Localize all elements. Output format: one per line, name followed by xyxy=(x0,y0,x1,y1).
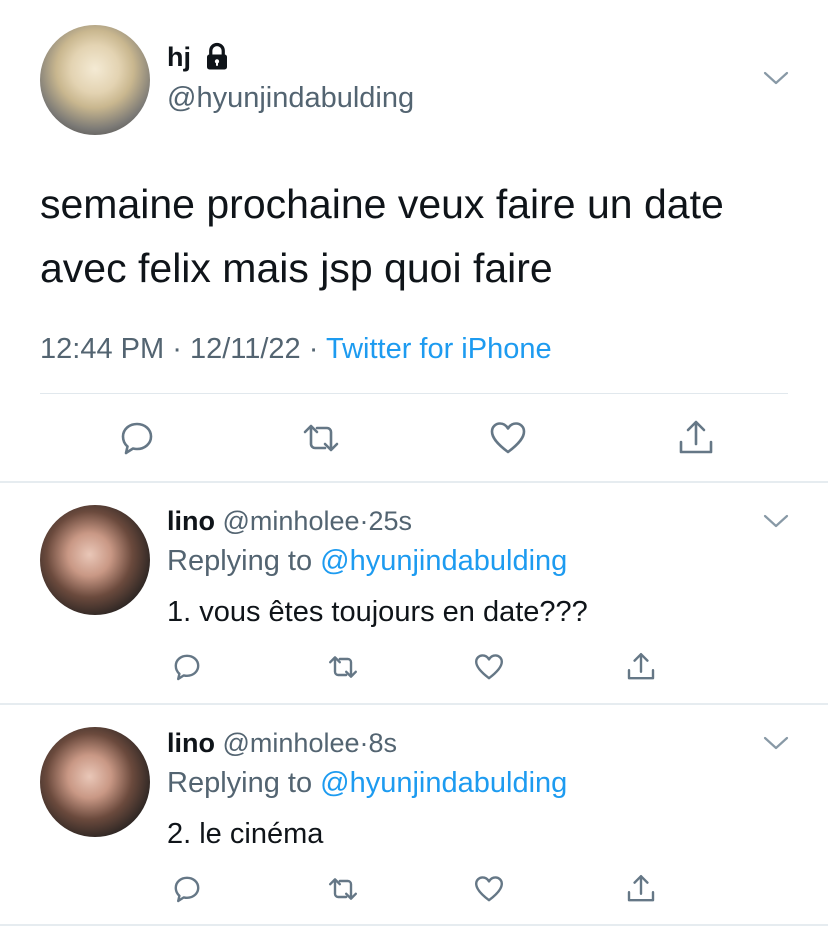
lock-icon xyxy=(207,42,227,70)
tweet-text: semaine prochaine veux faire un date ave… xyxy=(40,172,800,300)
reply-button[interactable] xyxy=(117,418,157,458)
retweet-icon xyxy=(303,424,339,452)
reply-header: lino @minholee·25s xyxy=(167,506,412,537)
chevron-down-icon[interactable] xyxy=(763,513,789,529)
tweet-time: 12:44 PM xyxy=(40,333,165,365)
divider xyxy=(0,481,828,483)
replying-prefix: Replying to xyxy=(167,767,313,799)
heart-icon xyxy=(475,654,503,680)
reply-icon xyxy=(174,654,200,681)
retweet-icon xyxy=(329,656,357,678)
share-icon xyxy=(627,875,655,902)
reply-header: lino @minholee·8s xyxy=(167,728,397,759)
handle[interactable]: @hyunjindabulding xyxy=(167,82,414,115)
share-icon xyxy=(627,653,655,680)
tweet-age: 25s xyxy=(368,506,413,536)
reply-button[interactable] xyxy=(171,651,203,683)
display-name[interactable]: lino xyxy=(167,728,215,758)
mention-link[interactable]: @hyunjindabulding xyxy=(320,545,567,577)
replying-to: Replying to @hyunjindabulding xyxy=(167,767,567,800)
tweet-text-line: avec felix mais jsp quoi faire xyxy=(40,245,553,291)
display-name[interactable]: lino xyxy=(167,506,215,536)
like-button[interactable] xyxy=(488,418,528,458)
divider xyxy=(0,703,828,705)
tweet-date: 12/11/22 xyxy=(189,333,301,365)
retweet-icon xyxy=(329,878,357,900)
reply-text: 2. le cinéma xyxy=(167,818,324,850)
avatar[interactable] xyxy=(40,25,150,135)
replying-to: Replying to @hyunjindabulding xyxy=(167,545,567,578)
chevron-down-icon[interactable] xyxy=(763,70,789,86)
avatar[interactable] xyxy=(40,727,150,837)
meta-separator: · xyxy=(359,506,369,536)
mention-link[interactable]: @hyunjindabulding xyxy=(320,767,567,799)
like-button[interactable] xyxy=(473,651,505,683)
heart-icon xyxy=(490,422,526,454)
divider xyxy=(40,393,788,394)
tweet-meta: 12:44 PM · 12/11/22 · Twitter for iPhone xyxy=(40,333,552,366)
retweet-button[interactable] xyxy=(327,873,359,905)
share-button[interactable] xyxy=(676,418,716,458)
display-name[interactable]: hj xyxy=(167,42,191,73)
like-button[interactable] xyxy=(473,873,505,905)
main-tweet: hj @hyunjindabulding semaine prochaine v… xyxy=(0,0,828,482)
meta-separator: · xyxy=(172,333,182,365)
tweet-text-line: semaine prochaine veux faire un date xyxy=(40,181,724,227)
tweet-age: 8s xyxy=(368,728,398,758)
retweet-button[interactable] xyxy=(301,418,341,458)
avatar[interactable] xyxy=(40,505,150,615)
meta-separator: · xyxy=(359,728,369,758)
reply-button[interactable] xyxy=(171,873,203,905)
meta-separator: · xyxy=(308,333,319,365)
reply-text: 1. vous êtes toujours en date??? xyxy=(167,596,588,628)
chevron-down-icon[interactable] xyxy=(763,735,789,751)
reply-icon xyxy=(121,422,153,455)
reply-icon xyxy=(174,876,200,903)
share-icon xyxy=(679,420,713,454)
replying-prefix: Replying to xyxy=(167,545,313,577)
handle[interactable]: @minholee xyxy=(223,506,360,536)
heart-icon xyxy=(475,876,503,902)
share-button[interactable] xyxy=(625,651,657,683)
handle[interactable]: @minholee xyxy=(223,728,360,758)
tweet-source[interactable]: Twitter for iPhone xyxy=(326,333,552,365)
share-button[interactable] xyxy=(625,873,657,905)
retweet-button[interactable] xyxy=(327,651,359,683)
